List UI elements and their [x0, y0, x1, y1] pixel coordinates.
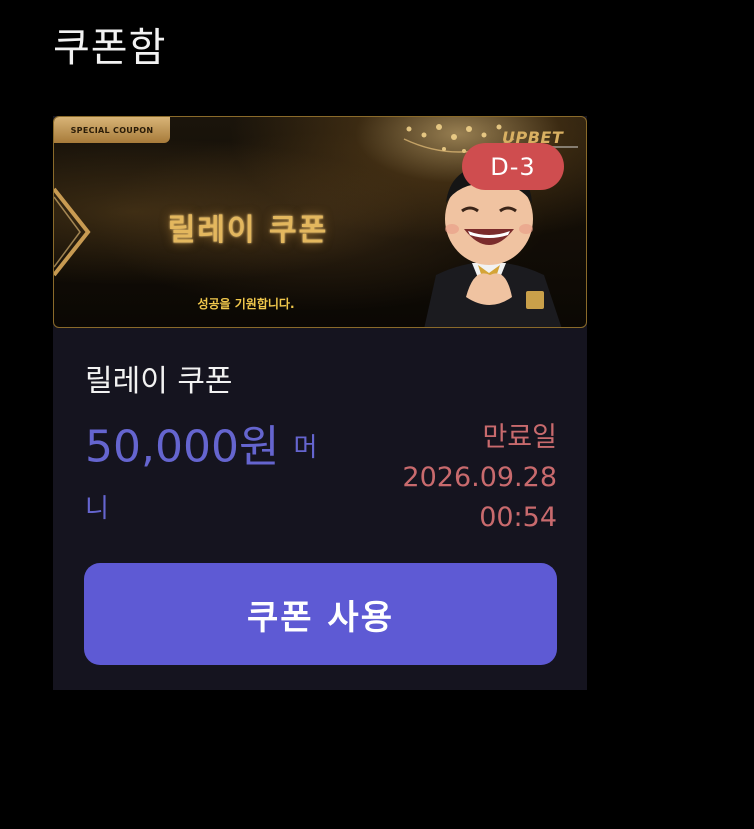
expiry-info: 만료일 2026.09.28 00:54 [402, 418, 557, 538]
amount-value: 50,000원 [85, 421, 280, 473]
page-title: 쿠폰함 [53, 25, 167, 71]
amount-unit: 머 [293, 432, 318, 463]
use-coupon-button[interactable]: 쿠폰 사용 [84, 563, 557, 665]
coupon-amount: 50,000원 머 [85, 418, 335, 477]
coupon-banner: SPECIAL COUPON 릴레이 쿠폰 성공을 기원합니다. UPBET D… [53, 116, 587, 328]
amount-unit-continued: 니 [85, 494, 109, 524]
special-coupon-tag: SPECIAL COUPON [54, 117, 170, 143]
expiry-date: 2026.09.28 [402, 462, 557, 493]
expiry-time: 00:54 [479, 502, 557, 533]
coupon-name: 릴레이 쿠폰 [85, 364, 233, 399]
coupon-card: SPECIAL COUPON 릴레이 쿠폰 성공을 기원합니다. UPBET D… [53, 116, 587, 690]
coupon-box-page: 쿠폰함 SPECIAL COUPON 릴레이 쿠폰 성공을 기원합니다. UPB… [0, 0, 754, 829]
banner-title: 릴레이 쿠폰 [167, 213, 329, 248]
d-day-badge: D-3 [462, 143, 564, 190]
expiry-label: 만료일 [482, 422, 557, 453]
banner-subtitle: 성공을 기원합니다. [197, 297, 295, 311]
